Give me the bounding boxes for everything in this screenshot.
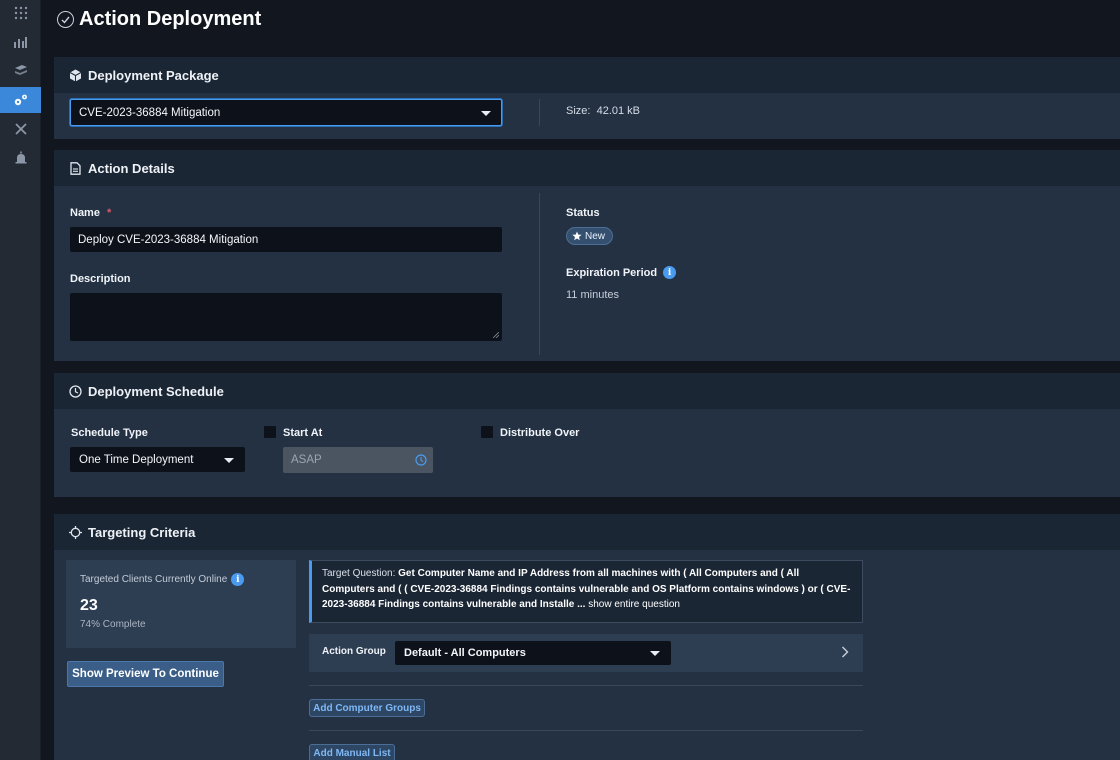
name-label: Name * <box>70 207 111 219</box>
deployment-schedule-panel: Deployment Schedule Schedule Type One Ti… <box>54 373 1120 497</box>
expiration-value: 11 minutes <box>566 289 619 301</box>
online-clients-count: 23 <box>80 597 98 614</box>
chevron-down-icon <box>650 651 660 656</box>
size-value: 42.01 kB <box>596 105 641 117</box>
question-text: Get Computer Name and IP Address from al… <box>322 568 851 610</box>
schedule-type-value: One Time Deployment <box>79 453 194 466</box>
left-nav-rail <box>0 0 41 760</box>
action-group-label: Action Group <box>322 646 386 657</box>
clock-icon <box>68 384 82 398</box>
start-at-value: ASAP <box>291 454 322 466</box>
target-question-box: Target Question: Get Computer Name and I… <box>309 560 863 623</box>
description-textarea[interactable] <box>70 293 502 341</box>
document-icon <box>68 161 82 175</box>
name-input-value: Deploy CVE-2023-36884 Mitigation <box>78 233 259 246</box>
package-select-value: CVE-2023-36884 Mitigation <box>79 106 221 119</box>
deployment-package-panel: Deployment Package CVE-2023-36884 Mitiga… <box>54 57 1120 139</box>
distribute-over-label: Distribute Over <box>500 427 580 439</box>
page-header: Action Deployment <box>41 0 1120 40</box>
page-title: Action Deployment <box>79 8 262 30</box>
targeting-criteria-panel: Targeting Criteria Targeted Clients Curr… <box>54 514 1120 760</box>
chevron-down-icon <box>481 110 491 116</box>
alerts-icon[interactable] <box>0 145 41 171</box>
deploy-gears-icon[interactable] <box>0 87 41 113</box>
action-group-select[interactable]: Default - All Computers <box>395 641 671 665</box>
deployment-package-heading: Deployment Package <box>88 67 219 83</box>
online-clients-label-row: Targeted Clients Currently Online i <box>80 573 245 586</box>
divider <box>539 99 540 126</box>
show-entire-question-link[interactable]: show entire question <box>588 599 680 610</box>
clock-icon[interactable] <box>415 454 427 466</box>
distribute-over-checkbox[interactable] <box>481 426 493 438</box>
start-at-label: Start At <box>283 427 323 439</box>
start-at-input[interactable]: ASAP <box>283 447 433 473</box>
action-group-row: Action Group Default - All Computers <box>309 634 863 672</box>
divider <box>309 685 863 686</box>
deployment-package-header: Deployment Package <box>54 57 1120 93</box>
apps-grid-icon[interactable] <box>0 0 41 26</box>
status-badge: New <box>566 227 614 245</box>
chevron-right-icon[interactable] <box>841 646 849 658</box>
deployment-schedule-header: Deployment Schedule <box>54 373 1120 409</box>
question-prefix: Target Question: <box>322 568 396 579</box>
description-label: Description <box>70 273 131 285</box>
required-mark: * <box>107 207 112 219</box>
start-at-checkbox[interactable] <box>264 426 276 438</box>
package-size: Size: 42.01 kB <box>566 105 640 117</box>
online-clients-card: Targeted Clients Currently Online i 23 7… <box>66 560 296 648</box>
targeting-criteria-header: Targeting Criteria <box>54 514 1120 550</box>
target-icon <box>68 525 82 539</box>
layers-icon[interactable] <box>0 57 41 83</box>
online-clients-label: Targeted Clients Currently Online <box>80 574 228 585</box>
expiration-label: Expiration Period i <box>566 266 677 279</box>
check-circle-icon <box>57 11 74 28</box>
schedule-type-label: Schedule Type <box>71 427 148 439</box>
add-manual-list-button[interactable]: Add Manual List <box>309 744 395 760</box>
show-preview-button[interactable]: Show Preview To Continue <box>67 661 224 687</box>
tools-icon[interactable] <box>0 116 41 142</box>
action-details-heading: Action Details <box>88 160 175 176</box>
package-select[interactable]: CVE-2023-36884 Mitigation <box>70 99 502 126</box>
info-icon[interactable]: i <box>663 266 677 279</box>
targeting-criteria-heading: Targeting Criteria <box>88 524 196 540</box>
expiration-label-text: Expiration Period <box>566 266 658 279</box>
action-group-value: Default - All Computers <box>404 647 526 659</box>
reports-icon[interactable] <box>0 29 41 55</box>
status-value: New <box>585 230 606 242</box>
completion-text: 74% Complete <box>80 619 146 630</box>
package-icon <box>68 68 82 82</box>
add-computer-groups-button[interactable]: Add Computer Groups <box>309 699 425 717</box>
divider <box>539 193 540 355</box>
size-label: Size: <box>566 105 591 117</box>
info-icon[interactable]: i <box>231 573 245 586</box>
resize-handle-icon[interactable] <box>493 332 499 338</box>
status-label: Status <box>566 207 600 219</box>
divider <box>309 730 863 731</box>
star-icon <box>572 231 582 241</box>
action-details-header: Action Details <box>54 150 1120 186</box>
name-label-text: Name <box>70 207 100 219</box>
deployment-schedule-heading: Deployment Schedule <box>88 383 224 399</box>
action-details-panel: Action Details Name * Deploy CVE-2023-36… <box>54 150 1120 361</box>
schedule-type-select[interactable]: One Time Deployment <box>70 447 245 472</box>
chevron-down-icon <box>224 457 234 463</box>
name-input[interactable]: Deploy CVE-2023-36884 Mitigation <box>70 227 502 252</box>
